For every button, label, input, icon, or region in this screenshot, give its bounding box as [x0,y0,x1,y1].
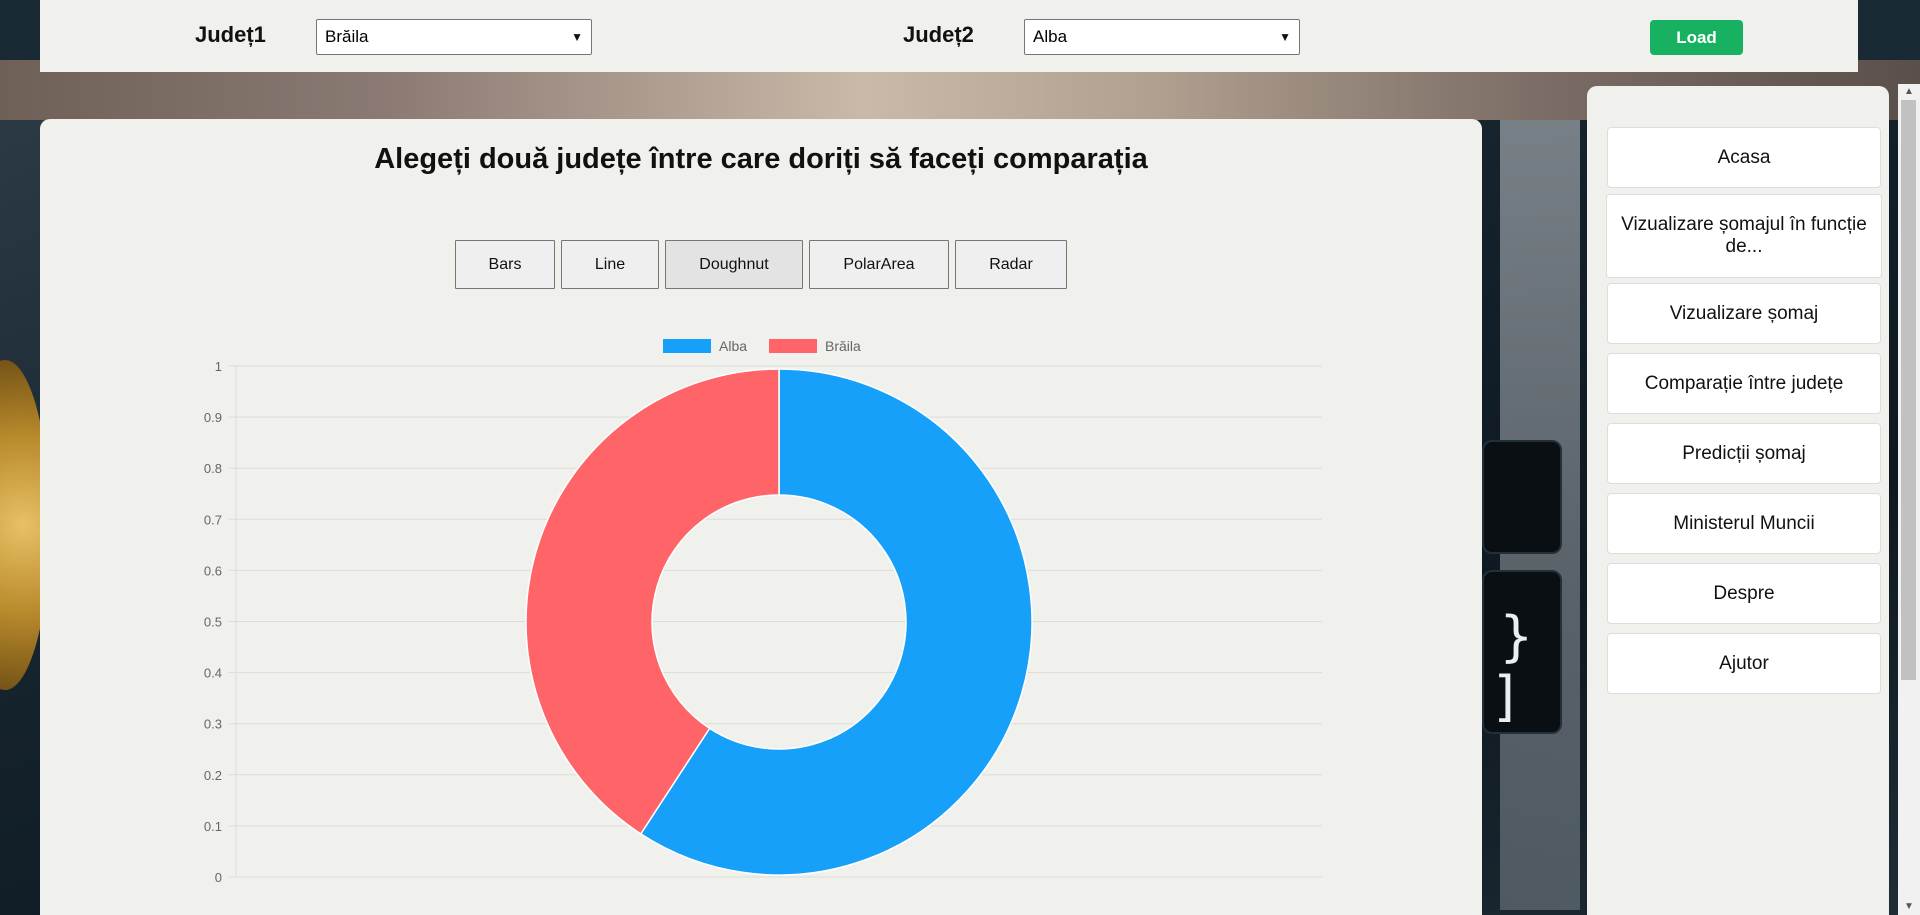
county2-value: Alba [1033,27,1068,46]
sidebar-item-ajutor[interactable]: Ajutor [1607,633,1881,694]
county1-label: Județ1 [195,22,266,47]
scroll-down-arrow-icon[interactable]: ▼ [1898,899,1920,915]
scroll-up-arrow-icon[interactable]: ▲ [1898,84,1920,100]
comparison-panel: Alegeți două județe între care doriți să… [40,119,1482,915]
sidebar-item-acasa[interactable]: Acasa [1607,127,1881,188]
county1-value: Brăila [325,27,369,46]
scroll-thumb[interactable] [1901,100,1916,680]
sidebar-nav: Acasa Vizualizare șomajul în funcție de.… [1587,86,1889,915]
y-tick-label: 0.9 [204,410,222,425]
chevron-down-icon: ▼ [1279,30,1291,44]
load-button[interactable]: Load [1650,20,1743,55]
county-selector-bar: Județ1 Brăila ▼ Județ2 Alba ▼ Load [40,0,1858,72]
sidebar-item-vizualizare-somaj[interactable]: Vizualizare șomaj [1607,283,1881,344]
sidebar-item-comparatie[interactable]: Comparație între județe [1607,353,1881,414]
y-tick-label: 0.6 [204,563,222,578]
y-tick-label: 0.2 [204,768,222,783]
y-tick-label: 0.1 [204,819,222,834]
sidebar-item-predictii[interactable]: Predicții șomaj [1607,423,1881,484]
y-tick-label: 0.5 [204,615,222,630]
sidebar-item-despre[interactable]: Despre [1607,563,1881,624]
page-scrollbar[interactable]: ▲ ▼ [1898,84,1920,915]
county1-select[interactable]: Brăila ▼ [316,19,592,55]
chevron-down-icon: ▼ [571,30,583,44]
legend-label: Brăila [825,338,861,354]
y-tick-label: 0.7 [204,512,222,527]
legend-swatch [769,339,817,353]
county2-label: Județ2 [903,22,974,47]
sidebar-item-ministerul-muncii[interactable]: Ministerul Muncii [1607,493,1881,554]
sidebar-item-vizualizare-functie[interactable]: Vizualizare șomajul în funcție de... [1606,194,1882,278]
y-tick-label: 0.3 [204,717,222,732]
y-tick-label: 0.8 [204,461,222,476]
comparison-chart[interactable]: 0 0.1 0.2 0.3 0.4 0.5 0.6 0.7 0.8 0.9 1 Alba Brăila [40,119,1482,915]
legend-label: Alba [719,338,747,354]
y-tick-label: 0 [215,870,222,885]
y-tick-label: 1 [215,359,222,374]
county2-select[interactable]: Alba ▼ [1024,19,1300,55]
legend-swatch [663,339,711,353]
y-tick-label: 0.4 [204,666,222,681]
